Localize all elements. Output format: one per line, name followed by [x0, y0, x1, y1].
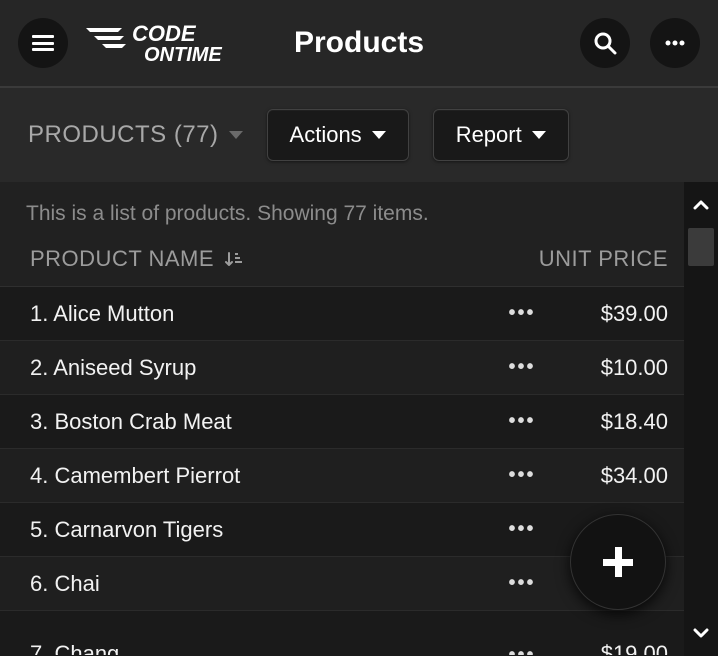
unit-price: $34.00	[552, 463, 692, 489]
product-name: 2. Aniseed Syrup	[30, 355, 492, 381]
unit-price: $39.00	[552, 301, 692, 327]
table-row[interactable]: 4. Camembert Pierrot ••• $34.00	[0, 449, 718, 503]
top-bar: CODE ONTIME Products	[0, 0, 718, 88]
app-root: CODE ONTIME Products PRO	[0, 0, 718, 656]
actions-button[interactable]: Actions	[267, 109, 409, 161]
column-product-name[interactable]: PRODUCT NAME	[30, 246, 242, 272]
search-icon	[593, 31, 617, 55]
add-button[interactable]	[570, 514, 666, 610]
col-name-label: PRODUCT NAME	[30, 246, 214, 272]
hamburger-icon	[32, 35, 54, 51]
chevron-down-icon	[229, 131, 243, 139]
sort-asc-icon	[224, 250, 242, 268]
unit-price: $18.40	[552, 409, 692, 435]
product-name: 4. Camembert Pierrot	[30, 463, 492, 489]
column-unit-price[interactable]: UNIT PRICE	[539, 246, 692, 272]
report-label: Report	[456, 122, 522, 148]
table-row[interactable]: 3. Boston Crab Meat ••• $18.40	[0, 395, 718, 449]
product-name: 7. Chang	[30, 641, 492, 655]
table-row[interactable]: 2. Aniseed Syrup ••• $10.00	[0, 341, 718, 395]
product-name: 3. Boston Crab Meat	[30, 409, 492, 435]
list-container: This is a list of products. Showing 77 i…	[0, 182, 718, 656]
scrollbar	[684, 182, 718, 656]
list-header: PRODUCT NAME UNIT PRICE	[0, 238, 718, 287]
toolbar: PRODUCTS (77) Actions Report	[0, 88, 718, 182]
row-more-icon[interactable]: •••	[492, 464, 552, 487]
menu-button[interactable]	[18, 18, 68, 68]
chevron-down-icon	[532, 131, 546, 139]
chevron-up-icon	[693, 199, 709, 211]
brand-text-top: CODE	[132, 21, 197, 46]
product-name: 6. Chai	[30, 571, 492, 597]
search-button[interactable]	[580, 18, 630, 68]
row-more-icon[interactable]: •••	[492, 644, 552, 655]
breadcrumb[interactable]: PRODUCTS (77)	[28, 121, 243, 149]
table-row[interactable]: 7. Chang ••• $19.00	[0, 611, 718, 655]
unit-price: $10.00	[552, 355, 692, 381]
report-button[interactable]: Report	[433, 109, 569, 161]
row-more-icon[interactable]: •••	[492, 356, 552, 379]
unit-price: $19.00	[552, 641, 692, 655]
brand-logo: CODE ONTIME	[84, 15, 244, 71]
breadcrumb-label: PRODUCTS (77)	[28, 121, 219, 149]
row-more-icon[interactable]: •••	[492, 410, 552, 433]
product-name: 5. Carnarvon Tigers	[30, 517, 492, 543]
more-button[interactable]	[650, 18, 700, 68]
table-row[interactable]: 1. Alice Mutton ••• $39.00	[0, 287, 718, 341]
product-name: 1. Alice Mutton	[30, 301, 492, 327]
page-title: Products	[294, 26, 424, 60]
list-description: This is a list of products. Showing 77 i…	[0, 182, 718, 238]
chevron-down-icon	[693, 627, 709, 639]
more-horizontal-icon	[663, 31, 687, 55]
row-more-icon[interactable]: •••	[492, 572, 552, 595]
scrollbar-thumb[interactable]	[688, 228, 714, 266]
top-bar-actions	[580, 18, 700, 68]
brand-text-bottom: ONTIME	[144, 44, 222, 66]
scrollbar-track[interactable]	[684, 228, 718, 610]
actions-label: Actions	[290, 122, 362, 148]
chevron-down-icon	[372, 131, 386, 139]
row-more-icon[interactable]: •••	[492, 302, 552, 325]
scroll-up-button[interactable]	[684, 182, 718, 228]
row-more-icon[interactable]: •••	[492, 518, 552, 541]
scroll-down-button[interactable]	[684, 610, 718, 656]
